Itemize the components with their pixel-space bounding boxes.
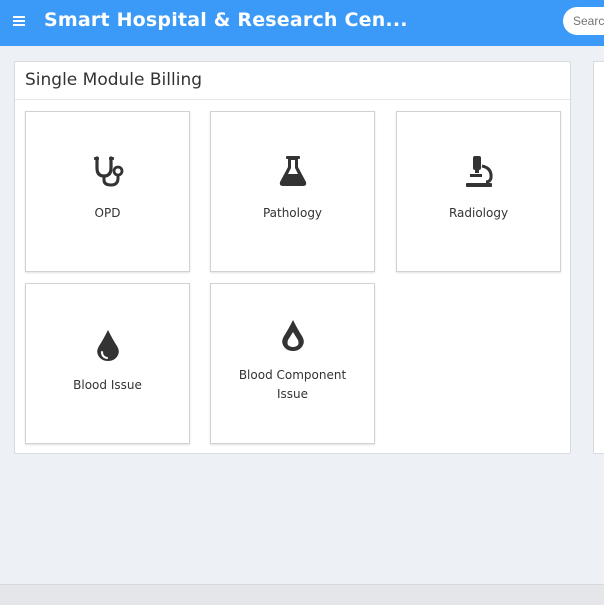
module-card-blood-issue[interactable]: Blood Issue	[25, 283, 190, 444]
microscope-icon	[465, 156, 493, 187]
search-box[interactable]	[563, 7, 604, 35]
module-label: OPD	[94, 206, 121, 220]
bottom-bar	[0, 584, 604, 605]
hamburger-line	[13, 16, 25, 18]
panel-header: Single Module Billing	[15, 62, 570, 100]
module-card-opd[interactable]: OPD	[25, 111, 190, 272]
search-input[interactable]	[573, 14, 604, 28]
hamburger-line	[13, 20, 25, 22]
module-label: Radiology	[448, 206, 509, 220]
module-label: Blood Issue	[73, 378, 142, 392]
blood-drop-icon	[96, 330, 119, 361]
module-label: Pathology	[262, 206, 323, 220]
side-panel	[593, 61, 604, 454]
menu-toggle-button[interactable]	[12, 13, 28, 31]
single-module-billing-panel: Single Module Billing OPD Pathology Radi…	[14, 61, 571, 454]
flask-icon	[279, 156, 306, 186]
module-label: Blood Component Issue	[238, 368, 347, 401]
module-card-blood-component-issue[interactable]: Blood Component Issue	[210, 283, 375, 444]
module-card-pathology[interactable]: Pathology	[210, 111, 375, 272]
panel-title: Single Module Billing	[25, 70, 203, 90]
hamburger-line	[13, 24, 25, 26]
blood-drop-outline-icon	[281, 320, 304, 351]
stethoscope-icon	[93, 156, 123, 187]
top-navbar: Smart Hospital & Research Cen...	[0, 0, 604, 46]
app-title[interactable]: Smart Hospital & Research Cen...	[44, 9, 408, 31]
module-card-radiology[interactable]: Radiology	[396, 111, 561, 272]
